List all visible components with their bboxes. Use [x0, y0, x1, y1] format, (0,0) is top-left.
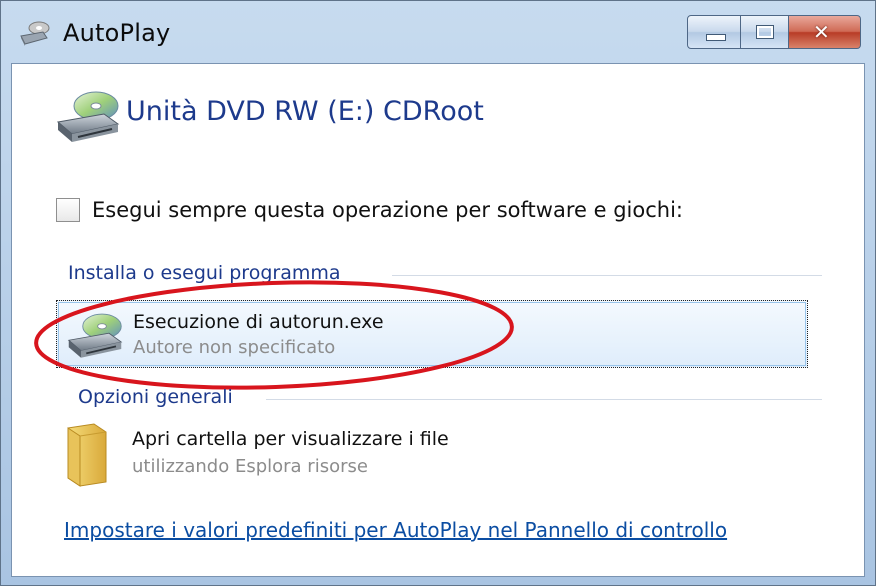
group-divider-general [266, 399, 822, 400]
open-folder-option-title: Apri cartella per visualizzare i file [132, 428, 449, 450]
autoplay-icon [20, 21, 50, 46]
autorun-option-title: Esecuzione di autorun.exe [133, 311, 384, 333]
dvd-drive-icon [56, 91, 120, 142]
group-divider-install [392, 275, 822, 276]
always-do-checkbox[interactable] [56, 198, 80, 222]
autorun-option-subtitle: Autore non specificato [133, 337, 336, 358]
maximize-button[interactable] [741, 15, 789, 49]
open-folder-option[interactable]: Apri cartella per visualizzare i file ut… [56, 414, 808, 494]
drive-title: Unità DVD RW (E:) CDRoot [126, 96, 484, 127]
title-bar[interactable]: AutoPlay ✕ [1, 1, 875, 63]
dvd-drive-icon [67, 313, 123, 358]
control-panel-link[interactable]: Impostare i valori predefiniti per AutoP… [64, 518, 727, 542]
minimize-button[interactable] [687, 15, 741, 49]
group-heading-install: Installa o esegui programma [68, 262, 341, 284]
minimize-icon [706, 34, 726, 41]
autoplay-window: AutoPlay ✕ Unità DVD RW (E:) CDRoot Eseg… [0, 0, 876, 586]
always-do-label[interactable]: Esegui sempre questa operazione per soft… [92, 198, 683, 222]
group-heading-general: Opzioni generali [78, 386, 233, 408]
close-icon: ✕ [813, 20, 830, 44]
open-folder-option-subtitle: utilizzando Esplora risorse [132, 456, 368, 477]
maximize-icon [756, 25, 774, 39]
folder-icon [67, 423, 107, 487]
dialog-content: Unità DVD RW (E:) CDRoot Esegui sempre q… [11, 63, 865, 577]
close-button[interactable]: ✕ [789, 15, 861, 49]
window-title: AutoPlay [63, 19, 171, 47]
autorun-option[interactable]: Esecuzione di autorun.exe Autore non spe… [56, 300, 808, 368]
